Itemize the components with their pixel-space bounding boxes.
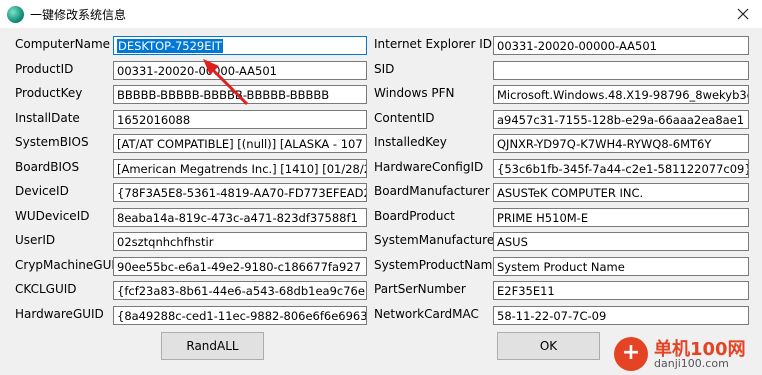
field-label: BoardProduct	[374, 208, 455, 223]
close-button[interactable]	[724, 0, 762, 28]
field-label: NetworkCardMAC	[374, 306, 479, 321]
text-field[interactable]: DESKTOP-7529EIT	[113, 36, 367, 55]
watermark-logo-icon: +	[614, 337, 648, 371]
field-label: Windows PFN	[374, 86, 455, 100]
close-icon	[737, 8, 749, 20]
text-field[interactable]: [American Megatrends Inc.] [1410] [01/28…	[113, 158, 367, 178]
text-field[interactable]: 8eaba14a-819c-473c-a471-823df37588f1	[113, 207, 367, 227]
window-title: 一键修改系统信息	[30, 8, 127, 22]
text-field[interactable]: 02sztqnhchfhstir	[113, 232, 367, 251]
field-label: SID	[374, 61, 395, 76]
text-field[interactable]: [AT/AT COMPATIBLE] [(null)] [ALASKA - 10…	[113, 134, 367, 153]
field-label: SystemBIOS	[15, 135, 89, 149]
dialog-body: ComputerName DESKTOP-7529EIT ProductID 0033…	[0, 28, 762, 375]
field-label: ContentID	[374, 110, 435, 125]
field-label: Internet Explorer ID	[374, 37, 493, 51]
field-label: HardwareGUID	[15, 306, 104, 321]
selected-text: DESKTOP-7529EIT	[117, 39, 223, 53]
text-field[interactable]: E2F35E11	[493, 281, 749, 300]
text-field[interactable]: {78F3A5E8-5361-4819-AA70-FD773EFEAD21	[113, 183, 367, 202]
field-label: SystemProductName	[374, 257, 500, 272]
field-label: ProductID	[15, 61, 74, 76]
field-label: UserID	[15, 233, 56, 247]
text-field[interactable]: 00331-20020-00000-AA501	[113, 60, 367, 80]
text-field[interactable]: {8a49288c-ced1-11ec-9882-806e6f6e6963}	[113, 305, 367, 325]
text-field[interactable]: System Product Name	[493, 256, 749, 276]
field-label: PartSerNumber	[374, 282, 466, 296]
field-label: BoardManufacturer	[374, 184, 490, 198]
watermark: + 单机100网 danji100.com	[610, 335, 762, 375]
field-label: CrypMachineGUID	[15, 257, 125, 272]
app-icon	[7, 6, 24, 23]
text-field[interactable]: {53c6b1fb-345f-7a44-c2e1-581122077c09}	[493, 158, 749, 178]
field-label: InstallDate	[15, 110, 80, 125]
text-field[interactable]: 1652016088	[113, 109, 367, 129]
text-field[interactable]: 58-11-22-07-7C-09	[493, 305, 749, 325]
text-field[interactable]: {fcf23a83-8b61-44e6-a543-68db1ea9c76e}	[113, 281, 367, 300]
field-label: ProductKey	[15, 86, 83, 100]
field-label: HardwareConfigID	[374, 159, 484, 174]
watermark-url: danji100.com	[654, 357, 729, 370]
field-label: DeviceID	[15, 184, 69, 198]
text-field[interactable]: PRIME H510M-E	[493, 207, 749, 227]
title-bar: 一键修改系统信息	[0, 0, 762, 28]
field-label: InstalledKey	[374, 135, 447, 149]
ok-button[interactable]: OK	[497, 332, 600, 360]
text-field[interactable]: ASUSTeK COMPUTER INC.	[493, 183, 749, 202]
randall-button[interactable]: RandALL	[161, 332, 264, 360]
text-field[interactable]: QJNXR-YD97Q-K7WH4-RYWQ8-6MT6Y	[493, 134, 749, 153]
text-field[interactable]	[493, 60, 749, 80]
text-field[interactable]: Microsoft.Windows.48.X19-98796_8wekyb3d	[493, 85, 749, 104]
text-field[interactable]: 00331-20020-00000-AA501	[493, 36, 749, 55]
field-label: ComputerName	[15, 37, 111, 51]
field-label: BoardBIOS	[15, 159, 80, 174]
text-field[interactable]: a9457c31-7155-128b-e29a-66aaa2ea8ae1	[493, 109, 749, 129]
text-field[interactable]: 90ee55bc-e6a1-49e2-9180-c186677fa927	[113, 256, 367, 276]
text-field[interactable]: BBBBB-BBBBB-BBBBB-BBBBB-BBBBB	[113, 85, 367, 104]
text-field[interactable]: ASUS	[493, 232, 749, 251]
field-label: WUDeviceID	[15, 208, 90, 223]
field-label: SystemManufacturer	[374, 233, 500, 247]
field-label: CKCLGUID	[15, 282, 77, 296]
